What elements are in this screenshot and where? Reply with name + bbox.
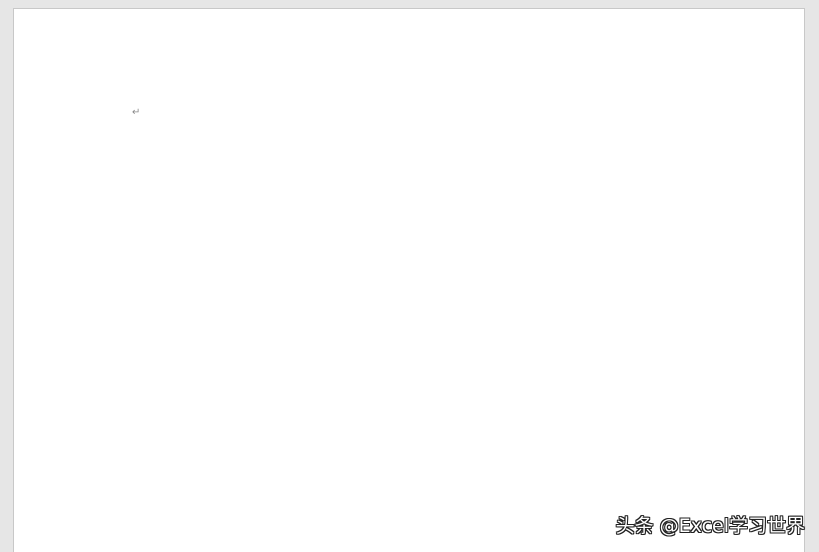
paragraph-mark-icon: ↵ (132, 107, 141, 118)
document-page[interactable]: ↵ (13, 8, 805, 552)
document-workspace: ↵ 头条 @Excel学习世界 (0, 0, 819, 552)
watermark-text: 头条 @Excel学习世界 (615, 515, 805, 537)
